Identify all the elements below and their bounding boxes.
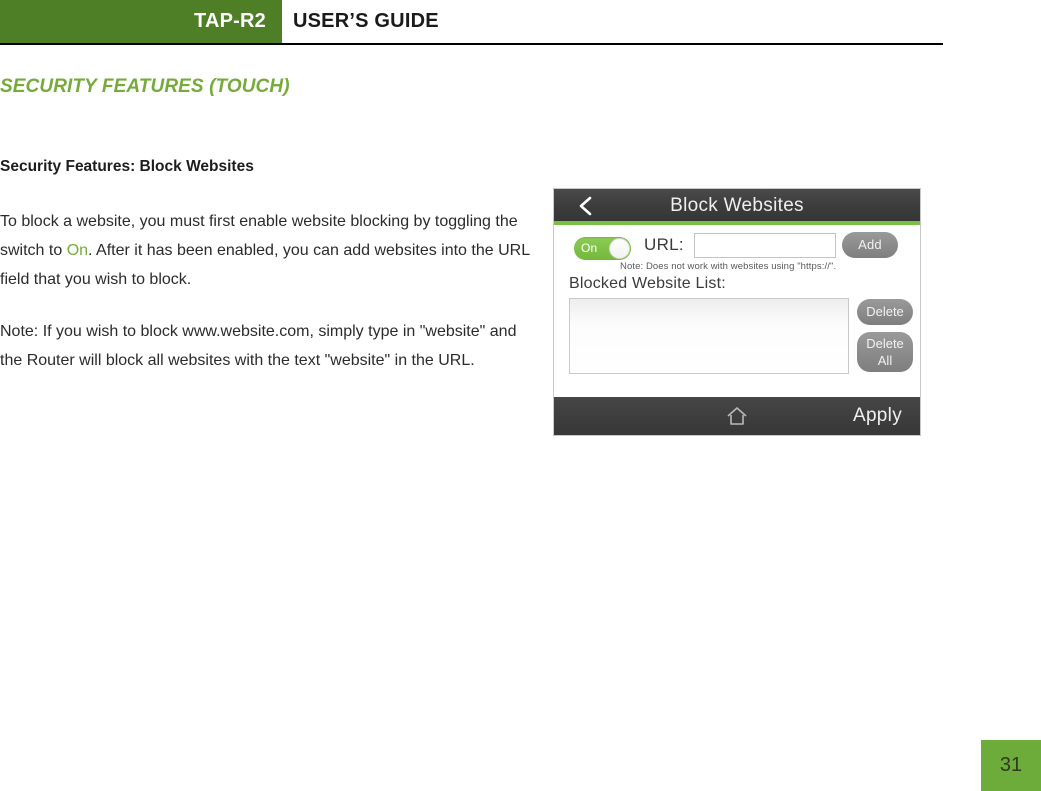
paragraph-instructions: To block a website, you must first enabl… [0, 207, 530, 294]
block-websites-toggle[interactable]: On [574, 237, 631, 260]
blocked-website-list-label: Blocked Website List: [569, 275, 726, 292]
https-note: Note: Does not work with websites using … [620, 261, 837, 272]
subsection-title: Security Features: Block Websites [0, 158, 254, 175]
toggle-knob[interactable] [609, 238, 630, 259]
header-rule [0, 43, 943, 45]
device-body: On URL: Add Note: Does not work with web… [554, 225, 920, 397]
accent-on-text: On [66, 242, 89, 259]
section-heading: SECURITY FEATURES (TOUCH) [0, 76, 290, 97]
device-footer: Apply [554, 397, 920, 435]
delete-all-line1: Delete [866, 336, 904, 351]
blocked-website-list-box[interactable] [569, 298, 849, 374]
device-topbar: Block Websites [554, 189, 920, 225]
delete-button[interactable]: Delete [857, 299, 913, 325]
apply-button[interactable]: Apply [853, 397, 902, 435]
device-page-title: Block Websites [670, 195, 804, 216]
home-icon[interactable] [725, 405, 749, 427]
toggle-label: On [581, 241, 598, 255]
header-title: USER’S GUIDE [293, 10, 439, 32]
delete-all-line2: All [877, 353, 893, 368]
paragraph-note: Note: If you wish to block www.website.c… [0, 323, 517, 369]
url-label: URL: [644, 235, 684, 254]
delete-all-button[interactable]: Delete All [857, 332, 913, 372]
url-input[interactable] [694, 233, 836, 258]
device-screenshot-panel: Block Websites On URL: Add Note: Does no… [553, 188, 921, 436]
page-number-box: 31 [981, 740, 1041, 791]
page-number: 31 [999, 754, 1023, 776]
body-column: Security Features: Block Websites To blo… [0, 157, 530, 375]
add-button[interactable]: Add [842, 232, 898, 258]
page-header: TAP-R2 USER’S GUIDE [0, 0, 943, 45]
header-brand: TAP-R2 [194, 10, 266, 32]
